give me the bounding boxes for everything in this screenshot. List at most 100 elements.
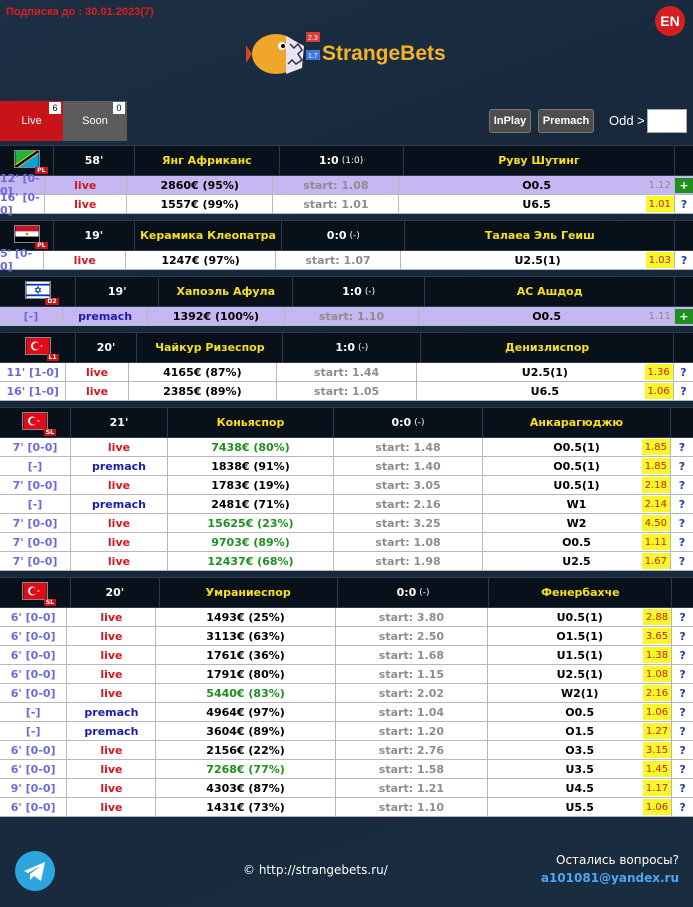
bet-market: U2.5(1) 1.03: [401, 251, 676, 269]
bet-row[interactable]: 9' [0-0] live 4303€ (87%) start: 1.21 U4.5 1.…: [0, 779, 693, 798]
bet-row[interactable]: 16' [0-0] live 1557€ (99%) start: 1.01 U6.5 1…: [0, 191, 693, 217]
bet-row[interactable]: 7' [0-0] live 1783€ (19%) start: 3.05 U0.5(1…: [0, 476, 693, 495]
bet-money: 15625€ (23%): [168, 514, 334, 532]
bet-market-label: U3.5: [565, 762, 594, 776]
bet-row[interactable]: 6' [0-0] live 1493€ (25%) start: 3.80 U0.5(1…: [0, 608, 693, 627]
bet-row[interactable]: [-] premach 4964€ (97%) start: 1.04 O0.5 1.06…: [0, 703, 693, 722]
bet-info-button[interactable]: ?: [679, 725, 685, 738]
match-block: SL 20' Умраниеспор 0:0 (-) Фенербахче 6' [0-0]…: [0, 577, 693, 817]
bet-row[interactable]: 7' [0-0] live 12437€ (68%) start: 1.98 U2.5 1…: [0, 552, 693, 571]
bet-info-button[interactable]: ?: [679, 498, 685, 511]
bet-info-button[interactable]: ?: [679, 668, 685, 681]
bet-row[interactable]: 6' [0-0] live 5440€ (83%) start: 2.02 W2(1) 2…: [0, 684, 693, 703]
israel-flag-icon: D2: [24, 281, 59, 305]
bet-market-label: U2.5(1): [514, 253, 561, 267]
away-team[interactable]: Талаеа Эль Геиш: [405, 221, 676, 250]
bet-row[interactable]: [-] premach 2481€ (71%) start: 2.16 W1 2.14?: [0, 495, 693, 514]
bet-info-button[interactable]: ?: [679, 517, 685, 530]
bet-current-odd: 1.85: [641, 439, 670, 455]
egypt-flag-icon: PL: [13, 225, 48, 249]
bet-row[interactable]: 6' [0-0] live 1791€ (80%) start: 1.15 U2.5(1…: [0, 665, 693, 684]
language-switch-button[interactable]: EN: [655, 6, 685, 36]
tab-soon[interactable]: Soon 0: [63, 101, 127, 141]
bet-start-odd: start: 1.44: [277, 363, 417, 381]
tab-live[interactable]: Live 6: [0, 101, 63, 141]
home-team[interactable]: Умраниеспор: [160, 578, 338, 607]
bet-info-button[interactable]: ?: [679, 706, 685, 719]
bet-row[interactable]: 5' [0-0] live 1247€ (97%) start: 1.07 U2.5(1…: [0, 247, 693, 273]
bet-row[interactable]: 7' [0-0] live 9703€ (89%) start: 1.08 O0.5 1.…: [0, 533, 693, 552]
bet-money: 2860€ (95%): [127, 176, 274, 194]
score-halftime: (-): [349, 230, 360, 241]
bet-current-odd: 1.08: [642, 666, 672, 682]
bet-info-button[interactable]: ?: [679, 744, 685, 757]
premach-filter-button[interactable]: Premach: [538, 109, 594, 133]
away-team[interactable]: Руву Шутинг: [404, 146, 676, 175]
bet-row[interactable]: 6' [0-0] live 3113€ (63%) start: 2.50 O1.5(1…: [0, 627, 693, 646]
bet-row[interactable]: [-] premach 1392€ (100%) start: 1.10 O0.5 1.1…: [0, 307, 693, 326]
bet-info-button[interactable]: ?: [679, 536, 685, 549]
bet-row[interactable]: [-] premach 3604€ (89%) start: 1.20 O1.5 1.27…: [0, 722, 693, 741]
away-team[interactable]: Денизлиспор: [421, 333, 675, 362]
bet-market: U1.5(1) 1.38: [488, 646, 673, 664]
bet-info-button[interactable]: ?: [679, 782, 685, 795]
bet-market-label: W1: [566, 497, 587, 511]
bet-info-button[interactable]: ?: [679, 649, 685, 662]
bet-row[interactable]: 6' [0-0] live 2156€ (22%) start: 2.76 O3.5 3.…: [0, 741, 693, 760]
inplay-filter-button[interactable]: InPlay: [489, 109, 531, 133]
bet-row[interactable]: 7' [0-0] live 15625€ (23%) start: 3.25 W2 4.5…: [0, 514, 693, 533]
bet-start-odd: start: 1.05: [277, 382, 417, 400]
bet-type: live: [67, 627, 157, 645]
bet-row[interactable]: 11' [1-0] live 4165€ (87%) start: 1.44 U2.5(…: [0, 363, 693, 382]
bet-info-button[interactable]: ?: [679, 555, 685, 568]
bet-info-button[interactable]: ?: [679, 630, 685, 643]
bet-info-button[interactable]: ?: [679, 801, 685, 814]
bet-info-button[interactable]: ?: [680, 366, 686, 379]
header-spacer: [675, 146, 693, 175]
bet-info-button[interactable]: ?: [681, 254, 687, 267]
bet-type: premach: [67, 722, 157, 740]
odd-filter-input[interactable]: [647, 109, 687, 133]
bet-money: 7438€ (80%): [168, 438, 334, 456]
site-link[interactable]: © http://strangebets.ru/: [243, 863, 388, 877]
bet-type: live: [71, 438, 168, 456]
home-team[interactable]: Янг Африканс: [135, 146, 280, 175]
bet-row[interactable]: 12' [0-0] live 2860€ (95%) start: 1.08 O0.5 1…: [0, 172, 693, 198]
away-team[interactable]: АС Ашдод: [425, 277, 676, 306]
bet-row[interactable]: [-] premach 1838€ (91%) start: 1.40 O0.5(1) 1…: [0, 457, 693, 476]
bet-info-button[interactable]: ?: [679, 441, 685, 454]
bet-row[interactable]: 6' [0-0] live 1431€ (73%) start: 1.10 U5.5 1.…: [0, 798, 693, 817]
bet-start-odd: start: 1.98: [334, 552, 483, 570]
home-team[interactable]: Чайкур Ризеспор: [137, 333, 284, 362]
bet-market-label: O0.5(1): [553, 440, 600, 454]
bet-info-button[interactable]: ?: [681, 198, 687, 211]
bet-action-cell: ?: [672, 798, 693, 816]
header: Подписка до : 30.01.2023(7) EN 2.3 1.7 S…: [0, 0, 693, 141]
bet-row[interactable]: 7' [0-0] live 7438€ (80%) start: 1.48 O0.5(1…: [0, 438, 693, 457]
bet-money: 12437€ (68%): [168, 552, 334, 570]
bet-info-button[interactable]: ?: [679, 460, 685, 473]
score-value: 0:0: [396, 586, 417, 599]
bet-info-button[interactable]: ?: [679, 479, 685, 492]
contact-email-link[interactable]: a101081@yandex.ru: [541, 871, 679, 885]
away-team[interactable]: Анкарагюджю: [483, 408, 671, 437]
home-team[interactable]: Коньяспор: [168, 408, 334, 437]
bet-action-cell: ?: [672, 703, 693, 721]
bet-start-odd: start: 2.76: [336, 741, 489, 759]
bet-row[interactable]: 6' [0-0] live 1761€ (36%) start: 1.68 U1.5(1…: [0, 646, 693, 665]
tab-soon-count: 0: [113, 102, 125, 114]
header-spacer: [674, 333, 693, 362]
add-bet-button[interactable]: +: [674, 177, 693, 193]
home-team[interactable]: Хапоэль Афула: [159, 277, 294, 306]
home-team[interactable]: Керамика Клеопатра: [135, 221, 283, 250]
bet-info-button[interactable]: ?: [679, 687, 685, 700]
bet-row[interactable]: 16' [1-0] live 2385€ (89%) start: 1.05 U6.5 1…: [0, 382, 693, 401]
bet-info-button[interactable]: ?: [679, 763, 685, 776]
telegram-icon[interactable]: [15, 851, 55, 891]
bet-row[interactable]: 6' [0-0] live 7268€ (77%) start: 1.58 U3.5 1.…: [0, 760, 693, 779]
bet-info-button[interactable]: ?: [679, 611, 685, 624]
bet-info-button[interactable]: ?: [680, 385, 686, 398]
away-team[interactable]: Фенербахче: [489, 578, 673, 607]
add-bet-button[interactable]: +: [674, 308, 693, 324]
bet-current-odd: 1.67: [641, 553, 670, 569]
